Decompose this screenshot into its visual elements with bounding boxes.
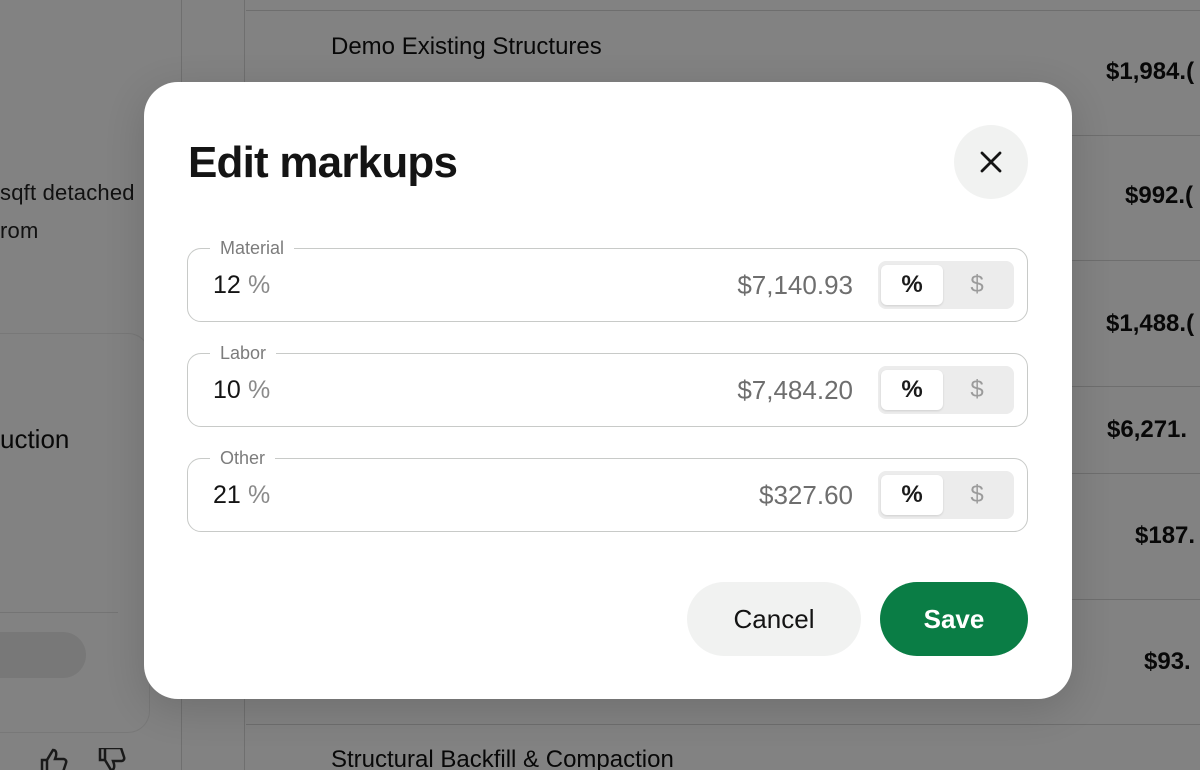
save-button[interactable]: Save	[880, 582, 1028, 656]
labor-unit: %	[248, 376, 271, 404]
material-markup-field: Material 12 % $7,140.93 % $	[187, 236, 1028, 322]
other-markup-field: Other 21 % $327.60 % $	[187, 446, 1028, 532]
labor-label: Labor	[210, 341, 277, 365]
labor-markup-field: Labor 10 % $7,484.20 % $	[187, 341, 1028, 427]
other-dollar-option[interactable]: $	[946, 475, 1008, 515]
other-percent-option[interactable]: %	[881, 475, 943, 515]
other-label: Other	[210, 446, 276, 470]
material-dollar-option[interactable]: $	[946, 265, 1008, 305]
close-button[interactable]	[954, 125, 1028, 199]
material-percent-option[interactable]: %	[881, 265, 943, 305]
material-unit-toggle: % $	[878, 261, 1014, 309]
other-amount: $327.60	[759, 480, 853, 510]
other-unit-toggle: % $	[878, 471, 1014, 519]
material-unit: %	[248, 271, 271, 299]
labor-percent-input[interactable]: 10	[213, 375, 241, 405]
other-percent-input[interactable]: 21	[213, 480, 241, 510]
labor-amount: $7,484.20	[737, 375, 853, 405]
other-unit: %	[248, 481, 271, 509]
labor-unit-toggle: % $	[878, 366, 1014, 414]
labor-percent-option[interactable]: %	[881, 370, 943, 410]
edit-markups-dialog: Edit markups Material 12 % $7,140.93 % $…	[144, 82, 1072, 699]
material-amount: $7,140.93	[737, 270, 853, 300]
cancel-button[interactable]: Cancel	[687, 582, 861, 656]
close-icon	[980, 151, 1002, 173]
material-label: Material	[210, 236, 295, 260]
labor-dollar-option[interactable]: $	[946, 370, 1008, 410]
dialog-title: Edit markups	[188, 138, 458, 187]
material-percent-input[interactable]: 12	[213, 270, 241, 300]
